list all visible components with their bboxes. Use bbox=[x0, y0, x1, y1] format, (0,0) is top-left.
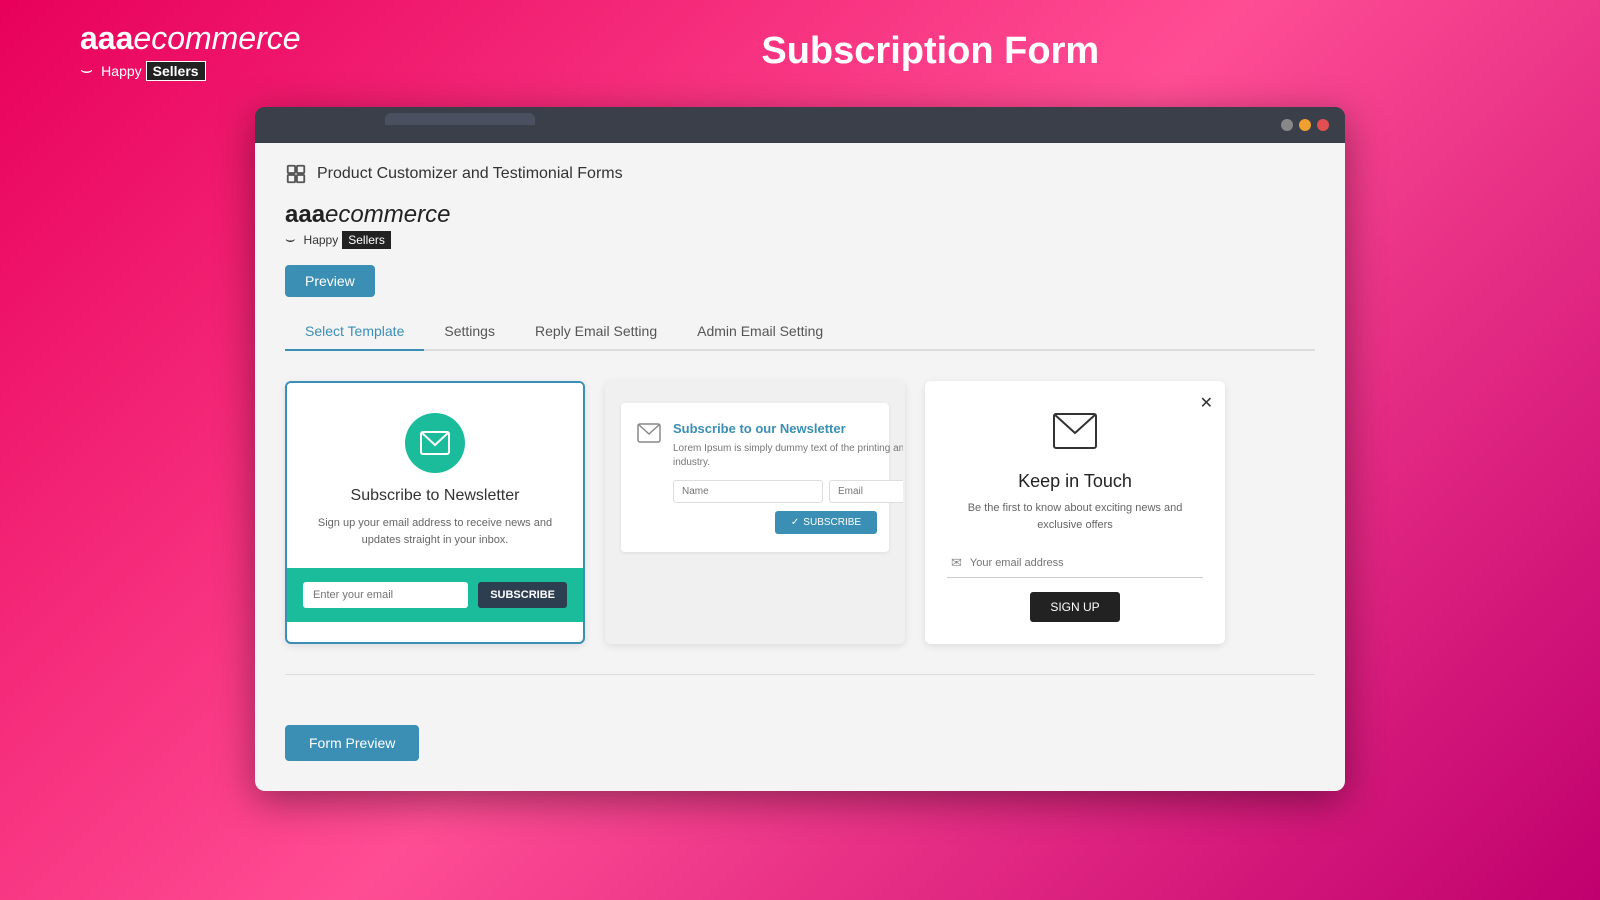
card1-subscribe-button[interactable]: SUBSCRIBE bbox=[478, 582, 567, 608]
card2-subscribe-button[interactable]: ✓ SUBSCRIBE bbox=[775, 511, 877, 534]
dot-maximize[interactable] bbox=[1299, 119, 1311, 131]
card3-signup-button[interactable]: SIGN UP bbox=[1030, 592, 1119, 622]
inner-brand: aaaecommerce bbox=[285, 201, 1315, 229]
template-card-3[interactable]: ✕ Keep in Touch Be the first to know abo… bbox=[925, 381, 1225, 644]
preview-button[interactable]: Preview bbox=[285, 265, 375, 297]
browser-controls bbox=[1281, 119, 1329, 131]
card3-desc: Be the first to know about exciting news… bbox=[947, 500, 1203, 533]
top-header: aaaecommerce ⌣ Happy Sellers Subscriptio… bbox=[0, 0, 1600, 102]
card2-desc: Lorem Ipsum is simply dummy text of the … bbox=[673, 442, 905, 470]
inner-sellers-badge: Sellers bbox=[342, 231, 391, 249]
plugin-icon bbox=[285, 163, 307, 185]
card3-title: Keep in Touch bbox=[947, 471, 1203, 492]
inner-tagline: ⌣ Happy Sellers bbox=[285, 231, 1315, 249]
header-tagline: ⌣ Happy Sellers bbox=[80, 59, 301, 82]
browser-tab[interactable] bbox=[385, 113, 535, 125]
sellers-badge: Sellers bbox=[146, 61, 206, 81]
tab-select-template[interactable]: Select Template bbox=[285, 313, 424, 351]
card2-name-input[interactable] bbox=[673, 480, 823, 503]
browser-titlebar bbox=[255, 107, 1345, 143]
browser-content: Product Customizer and Testimonial Forms… bbox=[255, 143, 1345, 791]
card1-mail-icon bbox=[405, 413, 465, 473]
browser-window: Product Customizer and Testimonial Forms… bbox=[255, 107, 1345, 791]
card1-bottom: SUBSCRIBE bbox=[287, 568, 583, 622]
template-card-1[interactable]: Subscribe to Newsletter Sign up your ema… bbox=[285, 381, 585, 644]
card2-mail-icon bbox=[637, 423, 661, 449]
card2-inner: Subscribe to our Newsletter Lorem Ipsum … bbox=[621, 403, 889, 552]
plugin-title: Product Customizer and Testimonial Forms bbox=[317, 165, 623, 183]
card1-desc: Sign up your email address to receive ne… bbox=[307, 515, 563, 548]
close-icon[interactable]: ✕ bbox=[1200, 393, 1213, 413]
card2-check-icon: ✓ bbox=[791, 517, 799, 528]
tab-reply-email[interactable]: Reply Email Setting bbox=[515, 313, 677, 351]
plugin-header: Product Customizer and Testimonial Forms bbox=[285, 163, 1315, 185]
header-brand: aaaecommerce bbox=[80, 20, 301, 57]
card3-email-input[interactable] bbox=[970, 557, 1199, 569]
page-title: Subscription Form bbox=[341, 30, 1520, 73]
card2-fields bbox=[673, 480, 905, 503]
card3-mail-icon bbox=[947, 413, 1203, 457]
dot-minimize[interactable] bbox=[1281, 119, 1293, 131]
separator bbox=[285, 674, 1315, 675]
template-card-2[interactable]: Subscribe to our Newsletter Lorem Ipsum … bbox=[605, 381, 905, 644]
smile-icon: ⌣ bbox=[80, 59, 93, 82]
tab-admin-email[interactable]: Admin Email Setting bbox=[677, 313, 843, 351]
inner-smile-icon: ⌣ bbox=[285, 231, 296, 249]
card2-right: Subscribe to our Newsletter Lorem Ipsum … bbox=[673, 421, 905, 534]
card1-email-input[interactable] bbox=[303, 582, 468, 608]
card1-top: Subscribe to Newsletter Sign up your ema… bbox=[287, 383, 583, 568]
header-logo: aaaecommerce ⌣ Happy Sellers bbox=[80, 20, 301, 82]
dot-close[interactable] bbox=[1317, 119, 1329, 131]
inner-logo: aaaecommerce ⌣ Happy Sellers bbox=[285, 201, 1315, 249]
card3-input-mail-icon: ✉ bbox=[951, 555, 962, 571]
card2-email-input[interactable] bbox=[829, 480, 905, 503]
card2-title: Subscribe to our Newsletter bbox=[673, 421, 905, 436]
card3-input-wrap: ✉ bbox=[947, 549, 1203, 578]
form-preview-button[interactable]: Form Preview bbox=[285, 725, 419, 761]
tab-settings[interactable]: Settings bbox=[424, 313, 515, 351]
card1-title: Subscribe to Newsletter bbox=[307, 487, 563, 505]
templates-container: Subscribe to Newsletter Sign up your ema… bbox=[285, 371, 1315, 654]
tabs: Select Template Settings Reply Email Set… bbox=[285, 313, 1315, 351]
